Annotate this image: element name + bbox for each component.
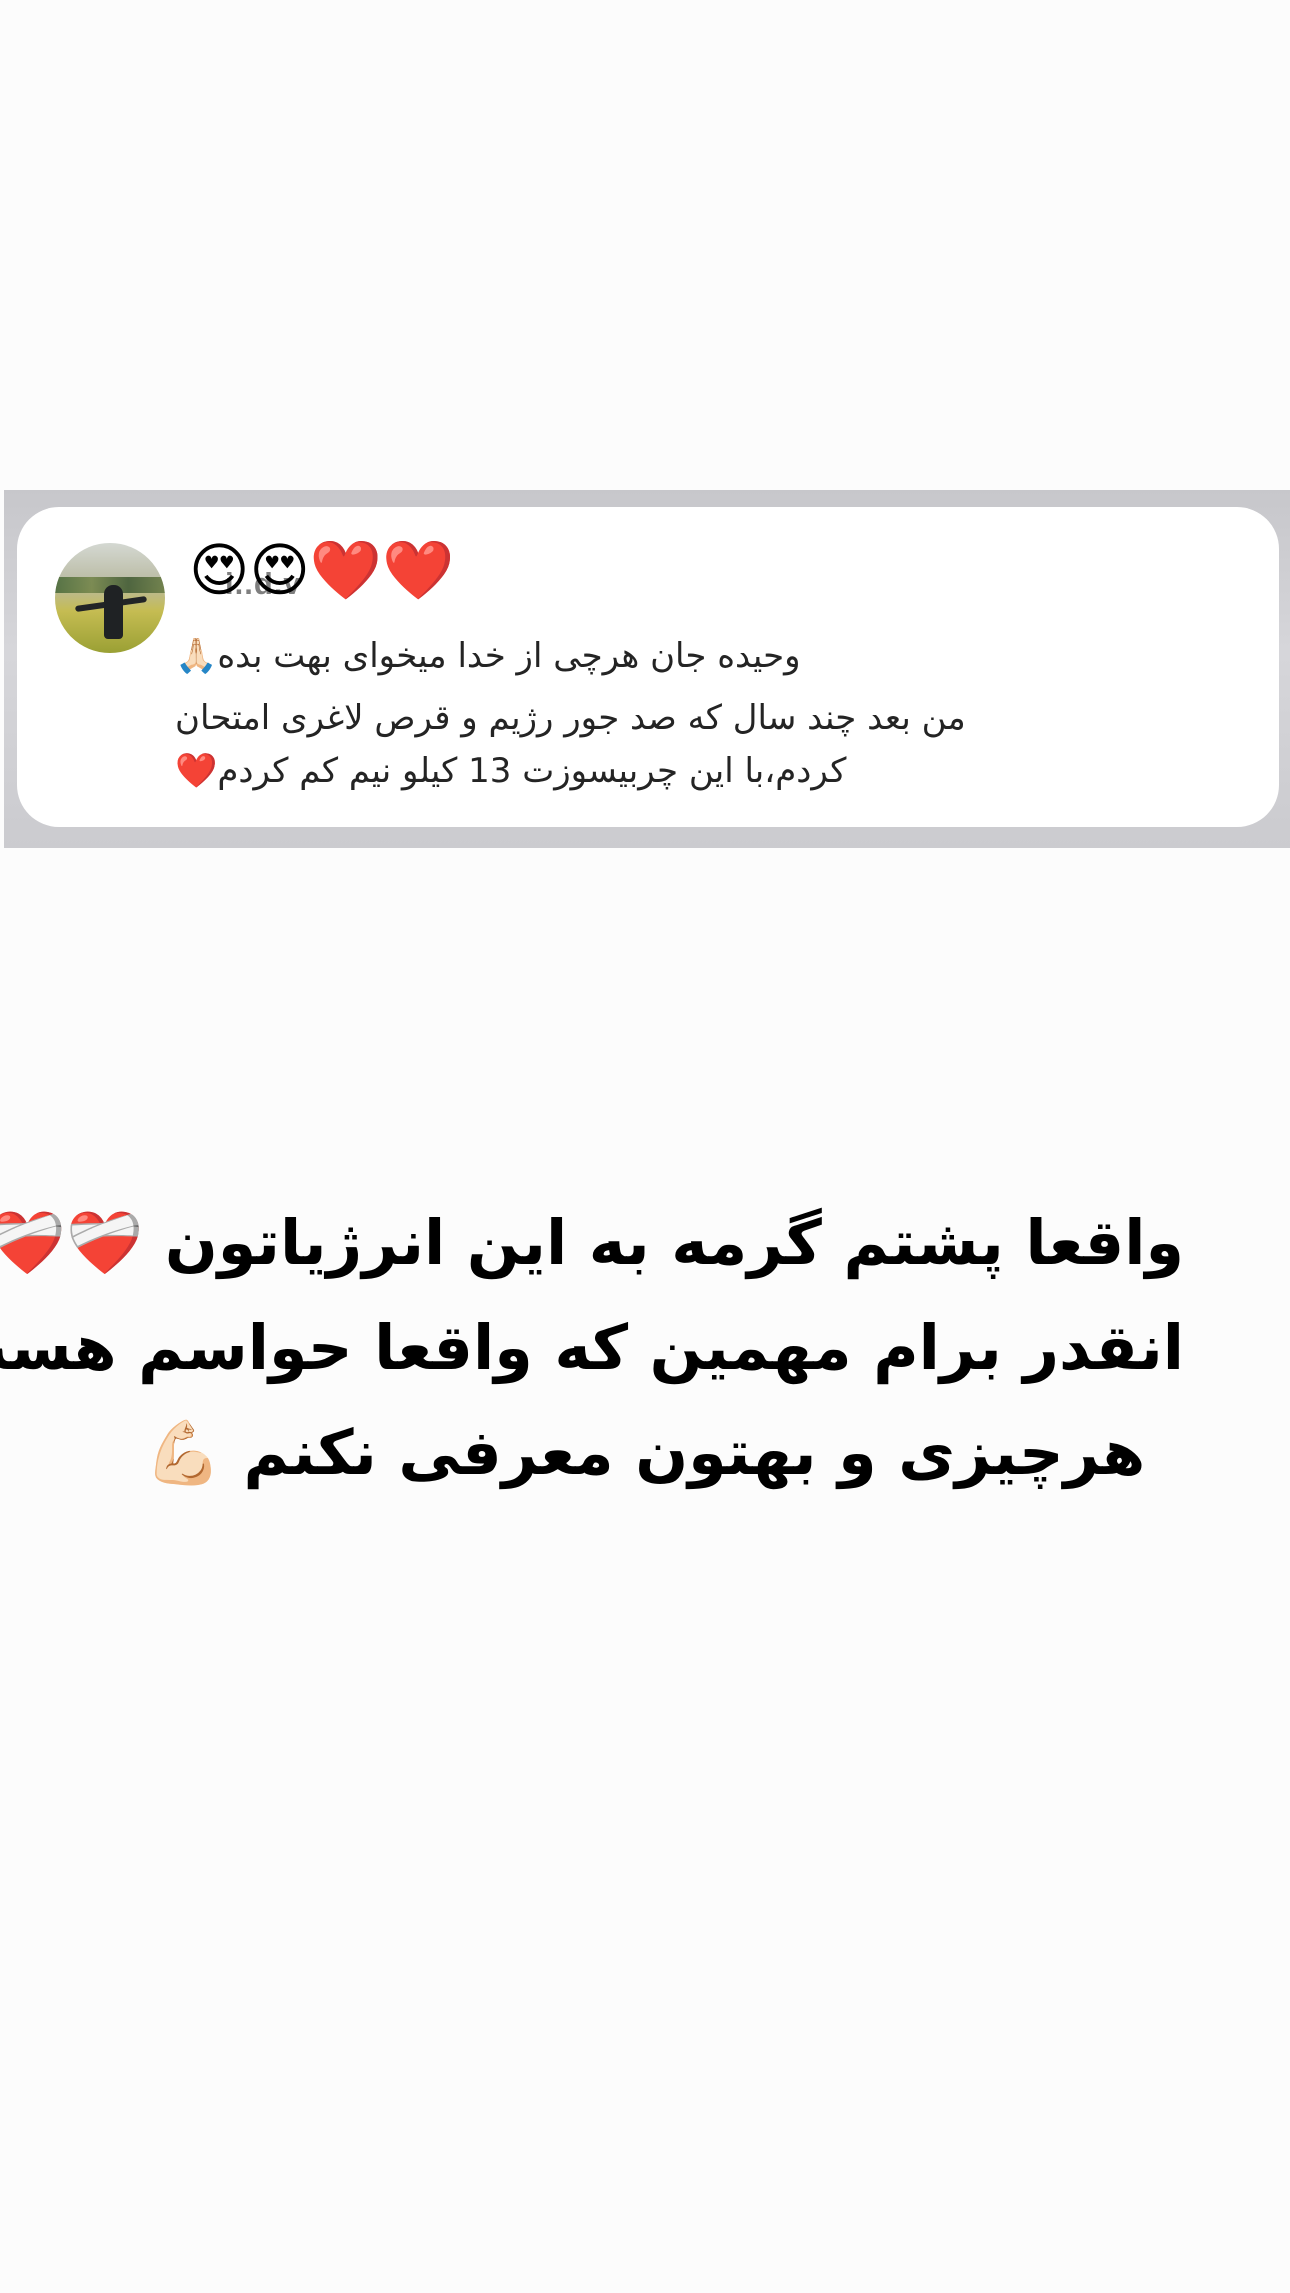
commenter-avatar[interactable]: [55, 543, 165, 653]
comment-text-line-2: من بعد چند سال که صد جور رژیم و قرص لاغر…: [175, 698, 966, 738]
caption-line-2: انقدر برام مهمین که واقعا حواسم هست: [0, 1311, 1184, 1384]
comment-header: i..d.v 😍😍❤️❤️: [175, 530, 475, 610]
comment-card: i..d.v 😍😍❤️❤️ وحیده جان هرچی از خدا میخو…: [17, 507, 1279, 827]
comment-text-line-3: کردم،با این چربیسوزت 13 کیلو نیم کم کردم…: [175, 751, 847, 791]
avatar-person: [104, 585, 123, 639]
embedded-comment-screenshot: i..d.v 😍😍❤️❤️ وحیده جان هرچی از خدا میخو…: [4, 490, 1290, 848]
story-caption: واقعا پشتم گرمه به این انرژیاتون ❤️‍🩹❤️‍…: [0, 1190, 1184, 1530]
comment-body: i..d.v 😍😍❤️❤️ وحیده جان هرچی از خدا میخو…: [175, 530, 1105, 810]
comment-text-line-1: وحیده جان هرچی از خدا میخوای بهت بده🙏🏻: [175, 636, 801, 676]
caption-line-1: واقعا پشتم گرمه به این انرژیاتون ❤️‍🩹❤️‍…: [0, 1206, 1184, 1279]
caption-line-3: هرچیزی و بهتون معرفی نکنم 💪🏻: [144, 1416, 1146, 1489]
heart-eyes-heart-icons: 😍😍❤️❤️: [189, 536, 455, 604]
